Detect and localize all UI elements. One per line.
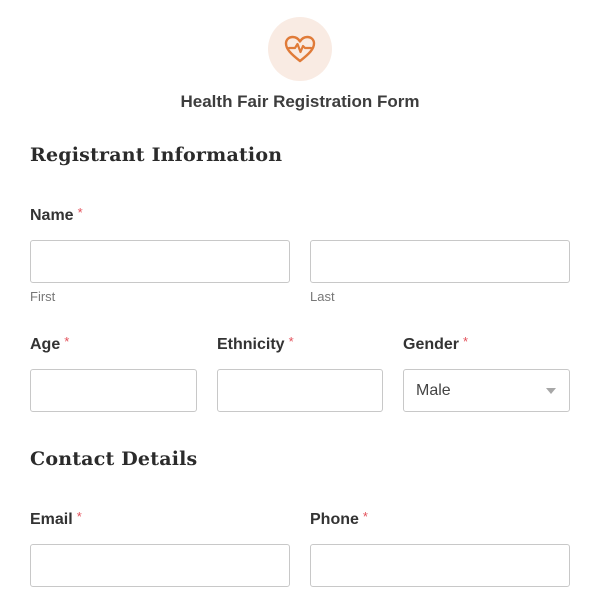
gender-select[interactable]: Male (403, 369, 570, 412)
phone-input[interactable] (310, 544, 570, 587)
phone-label: Phone * (310, 509, 368, 529)
age-label: Age * (30, 334, 70, 354)
required-marker: * (463, 334, 469, 349)
first-name-sublabel: First (30, 289, 56, 304)
form-page: Health Fair Registration Form Registrant… (0, 0, 600, 600)
gender-label-text: Gender (403, 336, 460, 353)
section-title-registrant: Registrant Information (30, 144, 283, 166)
last-name-input[interactable] (310, 240, 570, 283)
section-title-contact: Contact Details (30, 448, 198, 470)
email-label-text: Email (30, 511, 73, 528)
age-input[interactable] (30, 369, 197, 412)
phone-label-text: Phone (310, 511, 359, 528)
required-marker: * (362, 509, 368, 524)
form-title: Health Fair Registration Form (180, 92, 420, 111)
form-logo (268, 17, 332, 81)
ethnicity-label: Ethnicity * (217, 334, 294, 354)
gender-selected-value: Male (416, 381, 451, 399)
email-label: Email * (30, 509, 82, 529)
first-name-input[interactable] (30, 240, 290, 283)
heart-pulse-icon (284, 35, 316, 63)
chevron-down-icon (546, 388, 556, 394)
gender-label: Gender * (403, 334, 469, 354)
ethnicity-input[interactable] (217, 369, 383, 412)
email-input[interactable] (30, 544, 290, 587)
required-marker: * (76, 509, 82, 524)
age-label-text: Age (30, 336, 61, 353)
last-name-sublabel: Last (310, 289, 335, 304)
required-marker: * (77, 205, 83, 220)
name-label-text: Name (30, 207, 74, 224)
name-label: Name * (30, 205, 83, 225)
ethnicity-label-text: Ethnicity (217, 336, 285, 353)
required-marker: * (64, 334, 70, 349)
required-marker: * (288, 334, 294, 349)
